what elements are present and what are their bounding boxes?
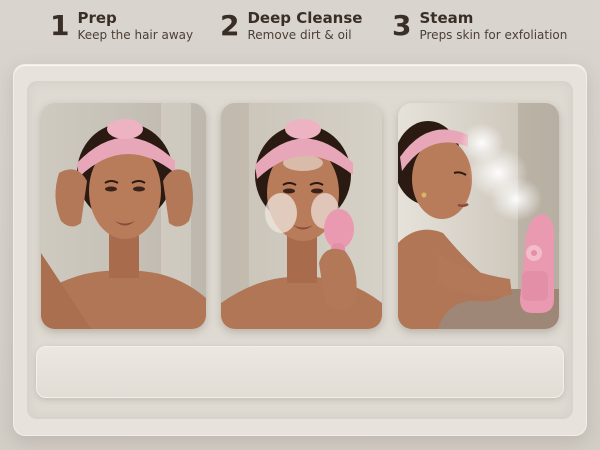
step-number: 2 bbox=[220, 9, 240, 42]
step-title: Steam bbox=[419, 9, 474, 27]
step-steam: 3 Steam Preps skin for exfoliation bbox=[392, 0, 567, 52]
step-title: Deep Cleanse bbox=[247, 9, 363, 27]
photo-deep-cleanse bbox=[221, 103, 382, 329]
step-subtitle: Remove dirt & oil bbox=[247, 28, 352, 42]
photo-steam bbox=[398, 103, 559, 329]
step-subtitle: Keep the hair away bbox=[77, 28, 194, 42]
step-title: Prep bbox=[77, 9, 117, 27]
step-number: 3 bbox=[392, 9, 412, 42]
step-deep-cleanse: 2 Deep Cleanse Remove dirt & oil bbox=[220, 0, 362, 52]
step-subtitle: Preps skin for exfoliation bbox=[419, 28, 568, 42]
step-number: 1 bbox=[50, 9, 70, 42]
steps-bar bbox=[36, 346, 564, 398]
step-prep: 1 Prep Keep the hair away bbox=[50, 0, 193, 52]
photo-prep bbox=[41, 103, 206, 329]
